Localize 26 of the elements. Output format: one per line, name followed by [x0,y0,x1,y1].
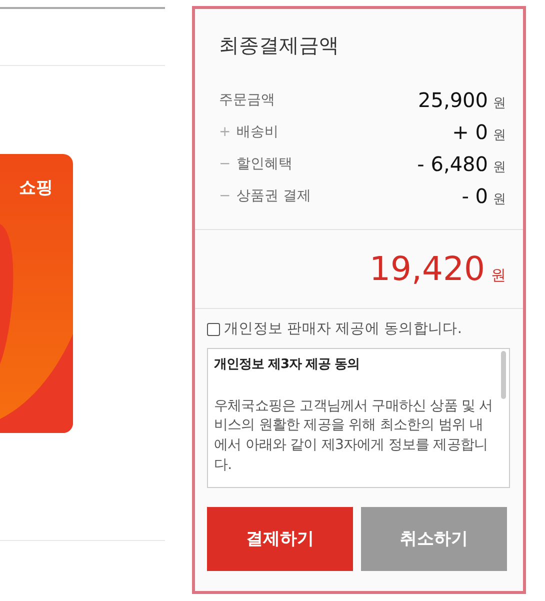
amount-label: 할인혜택 [236,154,293,174]
terms-text: 우체국쇼핑은 고객님께서 구매하신 상품 및 서비스의 원활한 제공을 위해 최소한의 범위 내에서 아래와 같이 제3자에게 정보를 제공합니다. [214,396,493,475]
currency-unit: 원 [493,159,506,177]
amount-value: - 6,480 [417,151,488,178]
brand-text: 쇼핑 [19,177,53,200]
plus-sign: + [219,122,231,142]
total-amount: 19,420 [370,249,485,288]
minus-sign: − [219,186,231,206]
terms-box[interactable]: 개인정보 제3자 제공 동의 우체국쇼핑은 고객님께서 구매하신 상품 및 서비스의 원활한 제공을 위해 최소한의 범위 내에서 아래와 같이 제3자에게 정보를 제공합니다. [207,348,510,488]
scrollbar-thumb[interactable] [501,351,506,400]
consent-checkbox[interactable] [207,322,220,336]
currency-unit: 원 [493,191,506,209]
summary-title: 최종결제금액 [218,32,340,57]
amount-label: 주문금액 [219,90,275,110]
amount-value: 25,900 [418,87,488,114]
amount-value: + 0 [452,119,488,146]
currency-unit: 원 [493,127,506,145]
terms-title: 개인정보 제3자 제공 동의 [214,356,361,374]
pay-button[interactable]: 결제하기 [207,507,353,572]
consent-label[interactable]: 개인정보 판매자 제공에 동의합니다. [224,318,462,340]
currency-unit: 원 [493,95,506,113]
amount-label: 상품권 결제 [236,186,312,206]
amount-label: 배송비 [236,122,279,142]
currency-unit: 원 [491,266,506,284]
minus-sign: − [219,154,231,174]
amount-value: - 0 [462,183,488,210]
